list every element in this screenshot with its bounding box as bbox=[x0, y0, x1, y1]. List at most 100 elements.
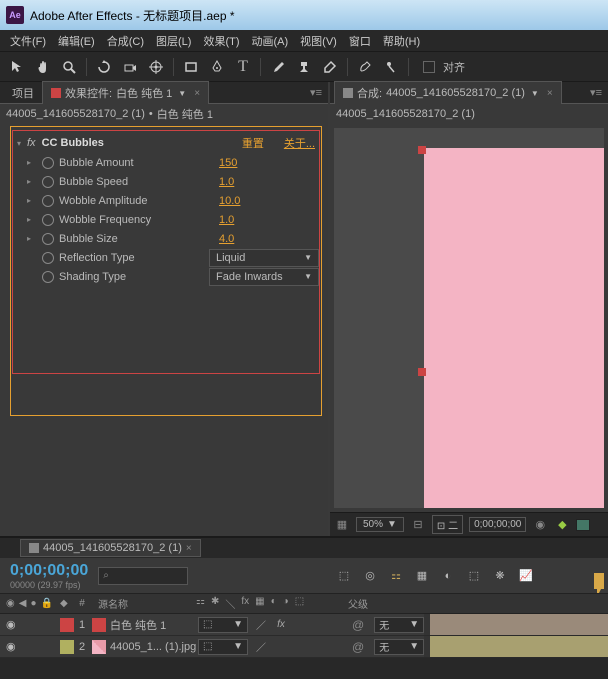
tab-composition[interactable]: 合成: 44005_141605528170_2 (1) ▼ × bbox=[334, 81, 562, 104]
stopwatch-icon[interactable] bbox=[41, 213, 55, 227]
reflection-type-dropdown[interactable]: Liquid▼ bbox=[209, 249, 319, 267]
parent-dropdown[interactable]: 无▼ bbox=[374, 639, 424, 655]
viewer-timecode[interactable]: 0;00;00;00 bbox=[469, 517, 526, 532]
parent-dropdown[interactable]: 无▼ bbox=[374, 617, 424, 633]
prop-bubble-size-value[interactable]: 4.0 bbox=[219, 233, 319, 245]
source-name-header[interactable]: 源名称 bbox=[92, 596, 192, 611]
expand-arrow-icon[interactable]: ▸ bbox=[27, 196, 37, 205]
type-tool-icon[interactable]: T bbox=[232, 56, 254, 78]
tab-effect-controls[interactable]: 效果控件: 白色 纯色 1 ▼ × bbox=[42, 81, 209, 104]
panel-menu-icon[interactable]: ▾≡ bbox=[584, 86, 608, 99]
roto-brush-tool-icon[interactable] bbox=[354, 56, 376, 78]
prop-bubble-speed-value[interactable]: 1.0 bbox=[219, 176, 319, 188]
camera-tool-icon[interactable] bbox=[119, 56, 141, 78]
fx-switch[interactable]: fx bbox=[274, 618, 288, 632]
fx-badge-icon[interactable]: fx bbox=[27, 137, 36, 149]
clone-stamp-tool-icon[interactable] bbox=[293, 56, 315, 78]
layer-name[interactable]: 44005_1... (1).jpg bbox=[110, 641, 196, 653]
visibility-column-icon[interactable]: ◉ bbox=[6, 598, 15, 609]
menu-file[interactable]: 文件(F) bbox=[4, 33, 52, 49]
menu-composition[interactable]: 合成(C) bbox=[101, 33, 150, 49]
layer-row[interactable]: ◉ 2 44005_1... (1).jpg ⬚▼ ／ @ 无▼ bbox=[0, 636, 608, 658]
playhead-icon[interactable] bbox=[594, 573, 604, 589]
collapse-switch-icon[interactable]: ✱ bbox=[211, 596, 219, 611]
menu-view[interactable]: 视图(V) bbox=[294, 33, 343, 49]
chevron-down-icon[interactable]: ▼ bbox=[178, 89, 186, 98]
menu-edit[interactable]: 编辑(E) bbox=[52, 33, 101, 49]
close-tab-icon[interactable]: × bbox=[186, 543, 192, 554]
effect-reset-button[interactable]: 重置 bbox=[242, 135, 264, 151]
chevron-down-icon[interactable]: ▼ bbox=[531, 89, 539, 98]
graph-editor-icon[interactable]: ⬚ bbox=[464, 566, 484, 586]
hand-tool-icon[interactable] bbox=[32, 56, 54, 78]
shading-type-dropdown[interactable]: Fade Inwards▼ bbox=[209, 268, 319, 286]
snapshot-icon[interactable]: ◉ bbox=[532, 517, 548, 533]
pen-tool-icon[interactable] bbox=[206, 56, 228, 78]
stopwatch-icon[interactable] bbox=[41, 251, 55, 265]
stopwatch-icon[interactable] bbox=[41, 156, 55, 170]
close-tab-icon[interactable]: × bbox=[194, 88, 200, 99]
effect-name[interactable]: CC Bubbles bbox=[42, 137, 242, 149]
rotation-tool-icon[interactable] bbox=[93, 56, 115, 78]
frame-blend-switch-icon[interactable]: ▦ bbox=[255, 596, 264, 611]
label-column-icon[interactable]: ◆ bbox=[60, 598, 72, 609]
3d-switch-icon[interactable]: ⬚ bbox=[295, 596, 304, 611]
layer-name[interactable]: 白色 纯色 1 bbox=[110, 617, 166, 633]
shy-icon[interactable]: ⚏ bbox=[386, 566, 406, 586]
comp-mini-flowchart-icon[interactable]: ⬚ bbox=[334, 566, 354, 586]
fx-switch-icon[interactable]: fx bbox=[241, 596, 249, 611]
adjustment-switch-icon[interactable]: ◑ bbox=[283, 596, 289, 611]
prop-wobble-amplitude-value[interactable]: 10.0 bbox=[219, 195, 319, 207]
tab-project[interactable]: 项目 bbox=[4, 82, 42, 104]
audio-column-icon[interactable]: ◀ bbox=[19, 598, 27, 609]
menu-window[interactable]: 窗口 bbox=[343, 33, 377, 49]
layer-row[interactable]: ◉ 1 白色 纯色 1 ⬚▼ ／ fx @ 无▼ bbox=[0, 614, 608, 636]
brainstorming-icon[interactable]: ❋ bbox=[490, 566, 510, 586]
snap-checkbox[interactable] bbox=[423, 61, 435, 73]
transform-handle-icon[interactable] bbox=[418, 146, 426, 154]
lock-column-icon[interactable]: 🔒 bbox=[40, 598, 52, 609]
solo-column-icon[interactable]: ● bbox=[30, 598, 36, 609]
menu-effect[interactable]: 效果(T) bbox=[197, 33, 245, 49]
shy-switch-icon[interactable]: ⚏ bbox=[196, 596, 205, 611]
collapse-arrow-icon[interactable]: ▾ bbox=[17, 139, 27, 148]
composition-viewer[interactable] bbox=[334, 128, 604, 508]
visibility-toggle-icon[interactable]: ◉ bbox=[6, 618, 16, 631]
quality-switch-icon[interactable]: ＼ bbox=[225, 596, 235, 611]
motion-blur-icon[interactable]: ◐ bbox=[438, 566, 458, 586]
current-timecode[interactable]: 0;00;00;00 bbox=[10, 562, 88, 580]
menu-animation[interactable]: 动画(A) bbox=[246, 33, 295, 49]
timeline-search-input[interactable]: ⌕ bbox=[98, 567, 188, 585]
alpha-icon[interactable]: ▦ bbox=[334, 517, 350, 533]
color-management-icon[interactable]: ◆ bbox=[554, 517, 570, 533]
comp-breadcrumb[interactable]: 44005_141605528170_2 (1) bbox=[336, 108, 475, 120]
close-tab-icon[interactable]: × bbox=[547, 88, 553, 99]
menu-layer[interactable]: 图层(L) bbox=[150, 33, 197, 49]
stopwatch-icon[interactable] bbox=[41, 270, 55, 284]
effect-about-link[interactable]: 关于... bbox=[284, 135, 315, 151]
motion-blur-switch-icon[interactable]: ◐ bbox=[271, 596, 277, 611]
prop-bubble-amount-value[interactable]: 150 bbox=[219, 157, 319, 169]
parent-pickwhip-icon[interactable]: @ bbox=[352, 640, 364, 654]
expand-arrow-icon[interactable]: ▸ bbox=[27, 177, 37, 186]
brush-tool-icon[interactable] bbox=[267, 56, 289, 78]
graph-icon[interactable]: 📈 bbox=[516, 566, 536, 586]
zoom-dropdown[interactable]: 50%▼ bbox=[356, 517, 404, 532]
stopwatch-icon[interactable] bbox=[41, 194, 55, 208]
rectangle-tool-icon[interactable] bbox=[180, 56, 202, 78]
panel-menu-icon[interactable]: ▾≡ bbox=[304, 86, 328, 99]
parent-pickwhip-icon[interactable]: @ bbox=[352, 618, 364, 632]
selection-tool-icon[interactable] bbox=[6, 56, 28, 78]
visibility-toggle-icon[interactable]: ◉ bbox=[6, 640, 16, 653]
color-sample-icon[interactable] bbox=[576, 519, 590, 531]
menu-help[interactable]: 帮助(H) bbox=[377, 33, 426, 49]
resolution-icon[interactable]: ⊟ bbox=[410, 517, 426, 533]
pan-behind-tool-icon[interactable] bbox=[145, 56, 167, 78]
blend-mode-dropdown[interactable]: ⬚▼ bbox=[198, 639, 248, 655]
expand-arrow-icon[interactable]: ▸ bbox=[27, 234, 37, 243]
quality-switch[interactable]: ／ bbox=[254, 618, 268, 632]
frame-blend-icon[interactable]: ▦ bbox=[412, 566, 432, 586]
blend-mode-dropdown[interactable]: ⬚▼ bbox=[198, 617, 248, 633]
stopwatch-icon[interactable] bbox=[41, 175, 55, 189]
stopwatch-icon[interactable] bbox=[41, 232, 55, 246]
